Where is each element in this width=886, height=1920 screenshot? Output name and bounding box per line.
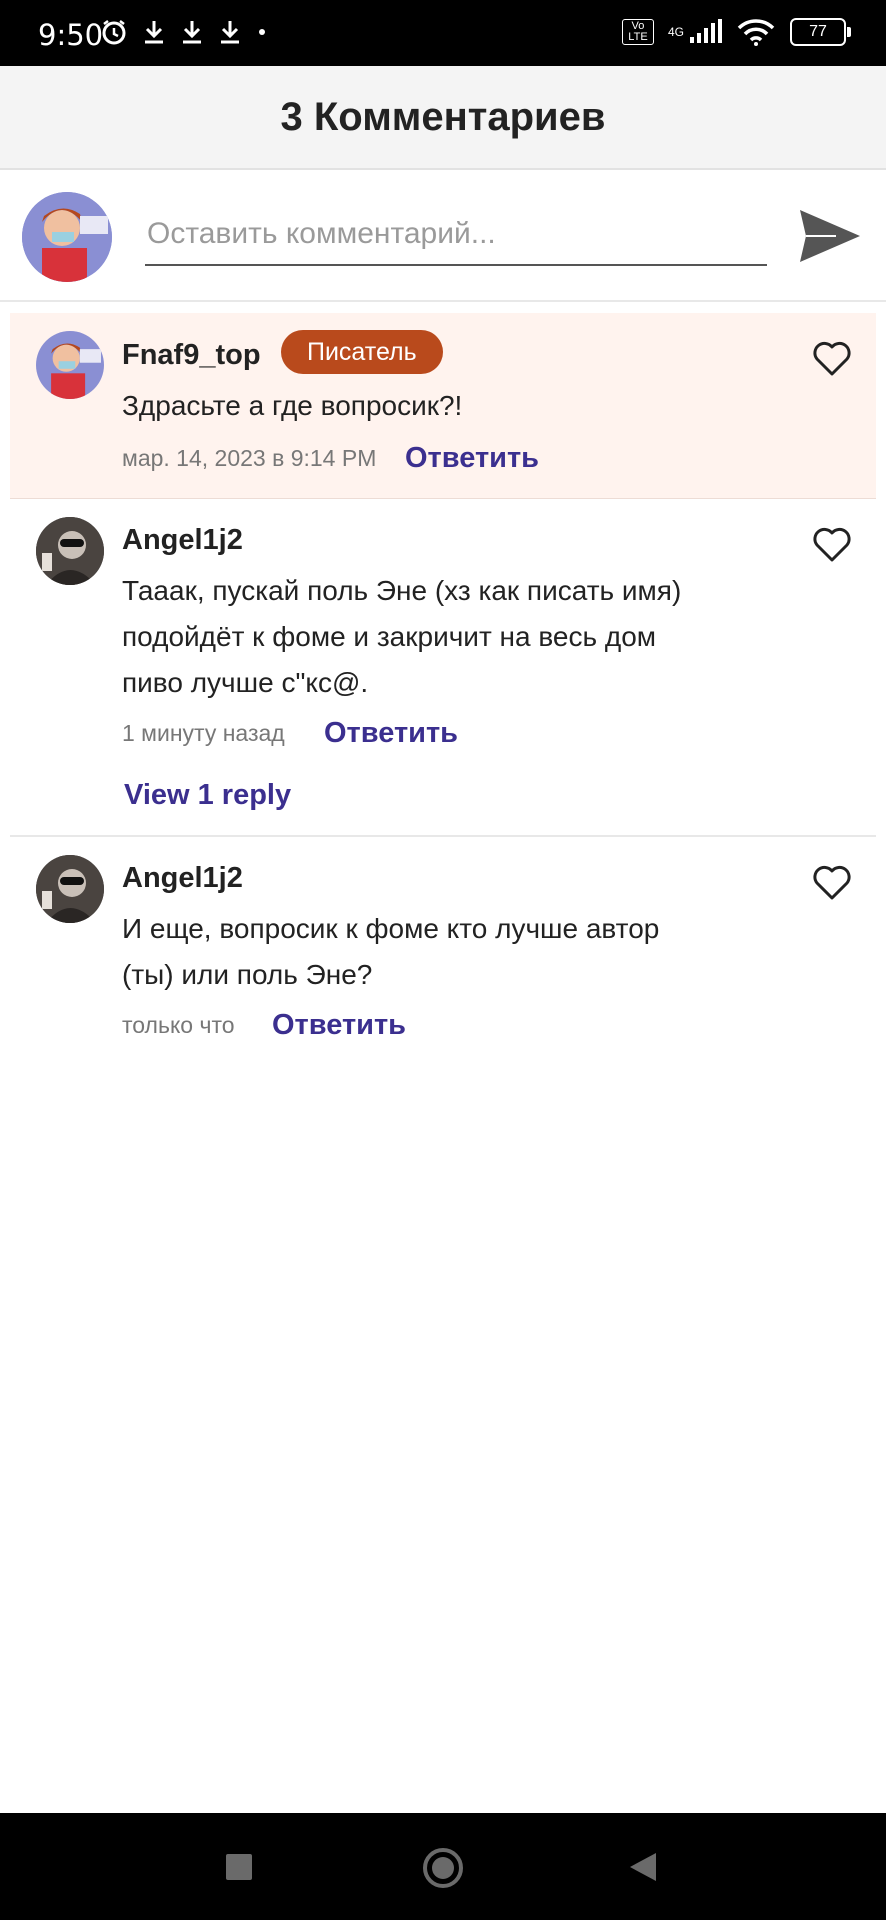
user-avatar <box>22 192 112 282</box>
comment-item: Angel1j2 И еще, вопросик к фоме кто лучш… <box>10 838 876 1048</box>
view-replies-link[interactable]: View 1 reply <box>124 779 291 812</box>
download-icon <box>183 21 201 44</box>
compose-bar <box>0 170 886 302</box>
signal-icon <box>690 19 722 43</box>
like-heart-icon[interactable] <box>812 341 852 377</box>
back-icon[interactable] <box>628 1851 658 1883</box>
comment-text: Здрасьте а где вопросик?! <box>122 390 463 421</box>
commenter-avatar[interactable] <box>36 517 104 585</box>
comment-item: Fnaf9_top Писатель Здрасьте а где вопрос… <box>10 313 876 499</box>
comment-username[interactable]: Angel1j2 <box>122 862 243 895</box>
status-system: Vo LTE 4G 77 <box>621 18 851 46</box>
comment-text-line: И еще, вопросик к фоме кто лучше автор <box>122 913 660 944</box>
comment-text-line: (ты) или поль Эне? <box>122 959 373 990</box>
reply-button[interactable]: Ответить <box>324 717 458 750</box>
comment-time: мар. 14, 2023 в 9:14 PM <box>122 445 377 471</box>
avatar-illustration <box>36 331 104 399</box>
commenter-avatar[interactable] <box>36 855 104 923</box>
send-icon[interactable] <box>796 202 864 270</box>
status-notifications <box>100 18 268 46</box>
comment-time: 1 минуту назад <box>122 720 285 746</box>
battery-indicator: 77 <box>790 18 851 46</box>
like-heart-icon[interactable] <box>812 865 852 901</box>
comment-text: Тааак, пускай поль Эне (хз как писать им… <box>122 568 722 706</box>
reply-button[interactable]: Ответить <box>405 442 539 475</box>
comment-item: Angel1j2 Тааак, пускай поль Эне (хз как … <box>10 500 876 837</box>
status-time: 9:50 <box>38 18 104 52</box>
network-type: 4G <box>667 25 684 39</box>
commenter-avatar[interactable] <box>36 331 104 399</box>
comment-username[interactable]: Fnaf9_top <box>122 339 261 372</box>
download-icon <box>145 21 163 44</box>
avatar-photo <box>36 855 104 923</box>
comment-text: И еще, вопросик к фоме кто лучше автор (… <box>122 906 722 998</box>
avatar-photo <box>36 517 104 585</box>
volte-indicator: Vo LTE <box>621 19 654 45</box>
writer-badge: Писатель <box>281 330 443 374</box>
comment-input[interactable] <box>145 204 767 266</box>
dot-icon <box>259 29 265 35</box>
avatar-illustration <box>22 192 112 282</box>
page-title: 3 Комментариев <box>280 94 606 139</box>
comment-time: только что <box>122 1012 235 1038</box>
comment-username[interactable]: Angel1j2 <box>122 524 243 557</box>
wifi-icon <box>737 19 775 46</box>
like-heart-icon[interactable] <box>812 527 852 563</box>
comments-header: 3 Комментариев <box>0 66 886 170</box>
comment-text-line: Тааак, пускай поль Эне (хз как писать им… <box>122 575 682 606</box>
home-icon[interactable] <box>421 1846 465 1890</box>
comment-text-line: пиво лучше с"кс@. <box>122 667 369 698</box>
alarm-icon <box>102 20 126 45</box>
comment-text-line: подойдёт к фоме и закричит на весь дом <box>122 621 657 652</box>
reply-button[interactable]: Ответить <box>272 1009 406 1042</box>
recents-icon[interactable] <box>225 1853 253 1881</box>
status-bar: 9:50 Vo LTE 4G 77 <box>0 0 886 66</box>
download-icon <box>221 21 239 44</box>
system-nav-bar <box>0 1813 886 1920</box>
